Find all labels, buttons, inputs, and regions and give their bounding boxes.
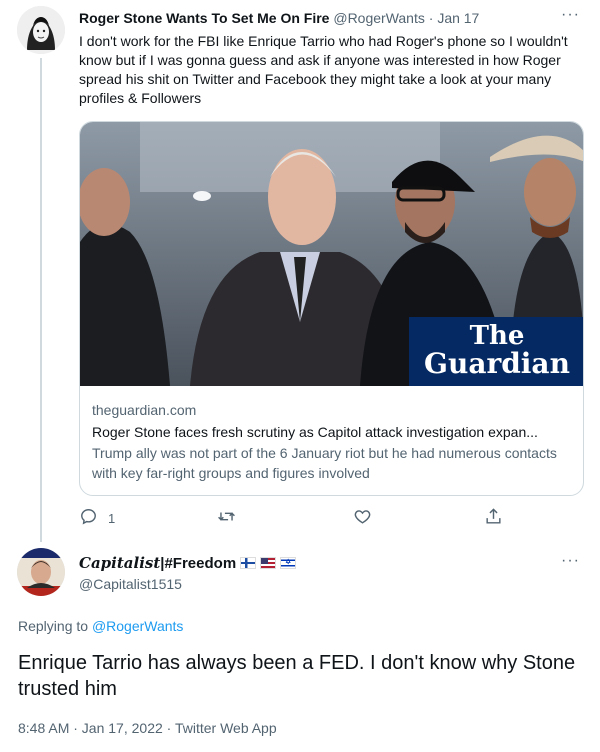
avatar[interactable] <box>17 548 65 596</box>
israel-flag-icon: ✡ <box>280 557 297 569</box>
separator-dot: · <box>428 10 434 26</box>
tweet-text: I don't work for the FBI like Enrique Ta… <box>79 33 568 106</box>
share-button[interactable] <box>484 506 503 530</box>
tweet-roger-wants[interactable]: Roger Stone Wants To Set Me On Fire @Rog… <box>0 0 600 542</box>
tweet-date[interactable]: Jan 17 <box>437 10 479 26</box>
more-icon[interactable]: ··· <box>561 6 580 24</box>
tweet-capitalist[interactable]: Capitalist |#Freedom ✡ @Capitalist1515 ·… <box>0 540 600 752</box>
like-button[interactable] <box>353 506 372 530</box>
like-icon <box>353 507 372 529</box>
us-flag-icon <box>260 557 277 569</box>
avatar[interactable] <box>17 6 65 54</box>
link-card[interactable]: The Guardian theguardian.com Roger Stone… <box>79 121 584 496</box>
reply-count: 1 <box>108 510 116 526</box>
tweet-text: Enrique Tarrio has always been a FED. I … <box>18 652 576 700</box>
guardian-logo: The Guardian <box>409 317 583 386</box>
tweet-timestamp[interactable]: 8:48 AM · Jan 17, 2022 · Twitter Web App <box>18 720 277 736</box>
display-name[interactable]: Capitalist |#Freedom ✡ <box>79 554 297 572</box>
card-domain: theguardian.com <box>92 402 197 418</box>
retweet-icon <box>217 507 236 529</box>
tweet-actions: 1 <box>79 506 519 530</box>
card-description: Trump ally was not part of the 6 January… <box>92 445 557 481</box>
retweet-button[interactable] <box>217 506 236 530</box>
thread-connector-line <box>40 58 42 542</box>
card-image: The Guardian <box>80 122 583 386</box>
display-name-rest: |#Freedom <box>160 554 237 572</box>
display-name[interactable]: Roger Stone Wants To Set Me On Fire <box>79 10 329 26</box>
tweet-header: Roger Stone Wants To Set Me On Fire @Rog… <box>79 9 479 27</box>
reply-button[interactable]: 1 <box>79 506 115 530</box>
user-handle[interactable]: @Capitalist1515 <box>79 576 182 592</box>
finland-flag-icon <box>240 557 257 569</box>
display-name-stylized: Capitalist <box>79 554 161 572</box>
reply-icon <box>79 507 98 529</box>
more-icon[interactable]: ··· <box>561 552 580 570</box>
replying-to-mention[interactable]: @RogerWants <box>92 618 184 634</box>
share-icon <box>484 507 503 529</box>
user-handle[interactable]: @RogerWants <box>333 10 425 26</box>
replying-to: Replying to @RogerWants <box>18 618 184 634</box>
card-text: theguardian.com Roger Stone faces fresh … <box>92 400 572 483</box>
card-title: Roger Stone faces fresh scrutiny as Capi… <box>92 424 538 440</box>
